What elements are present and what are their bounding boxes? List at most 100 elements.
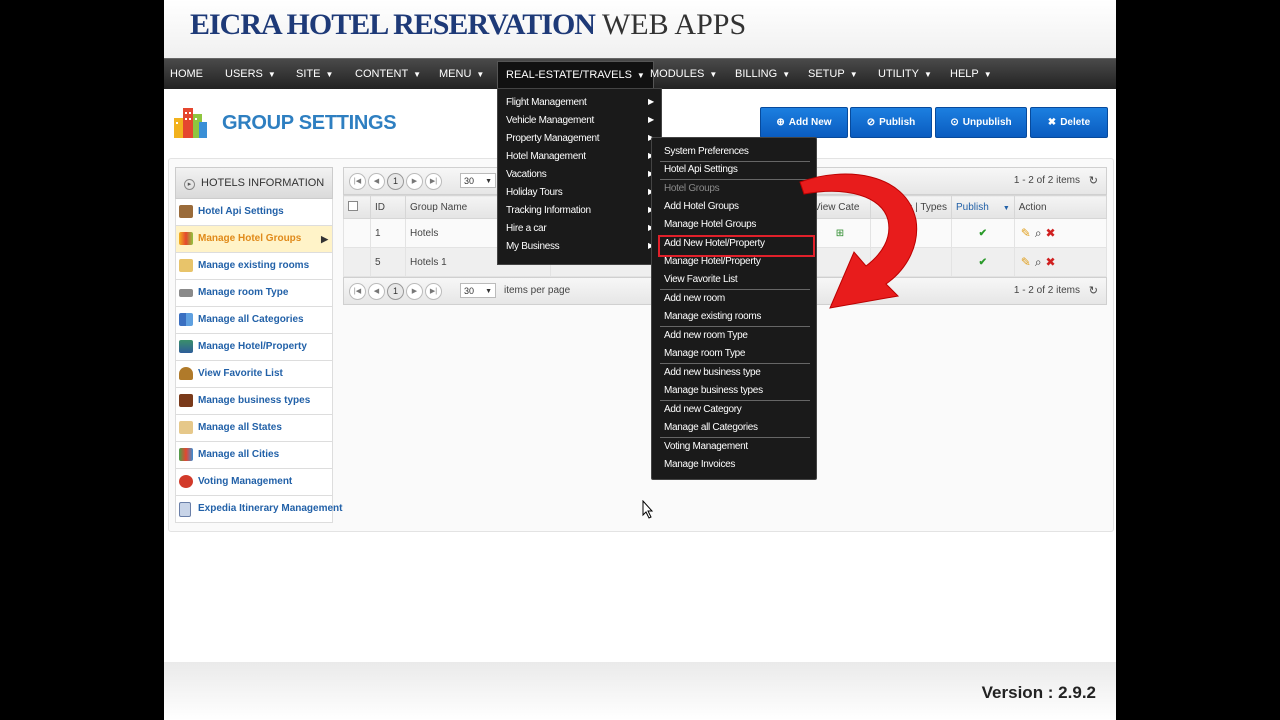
refresh-icon[interactable]: ↻ [1089, 168, 1098, 194]
refresh-icon[interactable]: ↻ [1089, 278, 1098, 304]
sidebar-item-voting-management[interactable]: Voting Management [175, 469, 333, 496]
nav-content[interactable]: CONTENT ▼ [355, 59, 421, 89]
nav-site[interactable]: SITE ▼ [296, 59, 333, 89]
main-navbar: HOME USERS ▼ SITE ▼ CONTENT ▼ MENU ▼ REAL-ES… [164, 58, 1116, 90]
app-window: EICRA HOTEL RESERVATION WEB APPS HOME US… [164, 0, 1116, 720]
sidebar-item-manage-hotel-groups[interactable]: Manage Hotel Groups ▶ [175, 226, 333, 253]
nav-help[interactable]: HELP ▼ [950, 59, 992, 89]
menu-item-manage-room-type[interactable]: Manage room Type [664, 348, 745, 359]
menu-item-label: Hotel Management [506, 151, 586, 162]
menu-item-vehicle-management[interactable]: Vehicle Management ▶ [506, 115, 654, 126]
brand-title-light: WEB APPS [601, 8, 747, 41]
nav-modules[interactable]: MODULES ▼ [650, 59, 717, 89]
sidebar-item-manage-business-types[interactable]: Manage business types [175, 388, 333, 415]
nav-billing[interactable]: BILLING ▼ [735, 59, 790, 89]
delete-icon[interactable]: ✖ [1046, 255, 1056, 269]
last-page-icon[interactable]: ▶| [425, 283, 442, 300]
delete-icon[interactable]: ✖ [1046, 226, 1056, 240]
chevron-right-icon: ▶ [648, 115, 654, 124]
row-checkbox[interactable] [343, 218, 371, 248]
menu-item-add-hotel-groups[interactable]: Add Hotel Groups [664, 201, 739, 212]
menu-item-property-management[interactable]: Property Management▶ [506, 133, 654, 144]
menu-item-flight-management[interactable]: Flight Management ▶ [506, 97, 654, 108]
menu-item-hotel-management[interactable]: Hotel Management▶ [506, 151, 654, 162]
sidebar-item-manage-all-categories[interactable]: Manage all Categories [175, 307, 333, 334]
menu-item-manage-all-categories[interactable]: Manage all Categories [664, 422, 758, 433]
last-page-icon[interactable]: ▶| [425, 173, 442, 190]
menu-item-manage-business-types[interactable]: Manage business types [664, 385, 763, 396]
check-circle-icon: ⊘ [866, 117, 876, 128]
sidebar-header[interactable]: ▸ HOTELS INFORMATION [175, 167, 333, 199]
first-page-icon[interactable]: |◀ [349, 283, 366, 300]
sidebar-item-hotel-api-settings[interactable]: Hotel Api Settings [175, 199, 333, 226]
delete-button[interactable]: ✖ Delete [1030, 107, 1108, 138]
sidebar-item-manage-room-type[interactable]: Manage room Type [175, 280, 333, 307]
next-page-icon[interactable]: ▶ [406, 283, 423, 300]
row-checkbox[interactable] [343, 247, 371, 277]
curved-arrow-icon [799, 173, 918, 309]
page-number[interactable]: 1 [387, 173, 404, 190]
bed-icon [179, 289, 193, 297]
nav-billing-label: BILLING [735, 68, 778, 80]
plus-circle-icon: ⊕ [776, 117, 785, 128]
menu-item-holiday-tours[interactable]: Holiday Tours▶ [506, 187, 654, 198]
menu-item-add-new-room[interactable]: Add new room [664, 293, 725, 304]
sidebar-item-manage-existing-rooms[interactable]: Manage existing rooms [175, 253, 333, 280]
first-page-icon[interactable]: |◀ [349, 173, 366, 190]
edit-icon[interactable]: ✎ [1021, 226, 1031, 240]
sidebar-item-manage-all-cities[interactable]: Manage all Cities [175, 442, 333, 469]
column-id[interactable]: ID [370, 195, 406, 219]
nav-menu[interactable]: MENU ▼ [439, 59, 484, 89]
prev-page-icon[interactable]: ◀ [368, 173, 385, 190]
nav-setup[interactable]: SETUP ▼ [808, 59, 858, 89]
select-all-checkbox[interactable] [343, 195, 371, 219]
sidebar-item-view-favorite-list[interactable]: View Favorite List [175, 361, 333, 388]
menu-item-view-favorite-list[interactable]: View Favorite List [664, 274, 738, 285]
column-publish[interactable]: Publish ▼ [951, 195, 1015, 219]
prev-page-icon[interactable]: ◀ [368, 283, 385, 300]
menu-item-label: My Business [506, 241, 560, 252]
page-size-select[interactable]: 30 ▼ [460, 173, 496, 188]
nav-realestate-travels[interactable]: REAL-ESTATE/TRAVELS ▼ [497, 61, 654, 90]
menu-item-my-business[interactable]: My Business▶ [506, 241, 654, 252]
chevron-down-icon: ▼ [485, 178, 492, 185]
menu-item-voting-management[interactable]: Voting Management [664, 441, 748, 452]
menu-item-hire-a-car[interactable]: Hire a car▶ [506, 223, 654, 234]
unpublish-button[interactable]: ⊙ Unpublish [935, 107, 1027, 138]
menu-item-add-new-business-type[interactable]: Add new business type [664, 367, 761, 378]
menu-item-manage-hotel-property[interactable]: Manage Hotel/Property [664, 256, 761, 267]
sidebar-item-expedia-itinerary[interactable]: Expedia Itinerary Management [175, 496, 343, 523]
page-size-select[interactable]: 30 ▼ [460, 283, 496, 298]
menu-item-vacations[interactable]: Vacations▶ [506, 169, 654, 180]
edit-icon[interactable]: ✎ [1021, 255, 1031, 269]
sidebar-item-label: Manage all Categories [198, 314, 304, 325]
check-icon[interactable]: ✔ [951, 218, 1015, 248]
menu-item-add-new-category[interactable]: Add new Category [664, 404, 742, 415]
page-number[interactable]: 1 [387, 283, 404, 300]
sidebar-item-label: Manage all States [198, 422, 282, 433]
nav-home[interactable]: HOME [170, 59, 203, 89]
add-new-button[interactable]: ⊕ Add New [760, 107, 848, 138]
nav-utility[interactable]: UTILITY ▼ [878, 59, 932, 89]
search-icon[interactable]: ⌕ [1035, 226, 1042, 241]
delete-label: Delete [1060, 117, 1091, 128]
menu-item-label: Tracking Information [506, 205, 591, 216]
menu-item-manage-hotel-groups[interactable]: Manage Hotel Groups [664, 219, 756, 230]
nav-site-label: SITE [296, 68, 321, 80]
nav-users[interactable]: USERS ▼ [225, 59, 276, 89]
publish-button[interactable]: ⊘ Publish [850, 107, 932, 138]
menu-item-tracking-information[interactable]: Tracking Information▶ [506, 205, 654, 216]
menu-item-hotel-api-settings[interactable]: Hotel Api Settings [664, 164, 738, 175]
stop-circle-icon: ⊙ [950, 117, 959, 128]
menu-divider [660, 161, 810, 162]
buildings-icon [174, 108, 207, 138]
search-icon[interactable]: ⌕ [1035, 255, 1042, 270]
menu-item-system-preferences[interactable]: System Preferences [664, 146, 749, 157]
next-page-icon[interactable]: ▶ [406, 173, 423, 190]
sidebar-item-manage-all-states[interactable]: Manage all States [175, 415, 333, 442]
menu-item-manage-invoices[interactable]: Manage Invoices [664, 459, 735, 470]
menu-item-add-new-room-type[interactable]: Add new room Type [664, 330, 748, 341]
menu-item-manage-existing-rooms[interactable]: Manage existing rooms [664, 311, 761, 322]
sidebar-item-manage-hotel-property[interactable]: Manage Hotel/Property [175, 334, 333, 361]
check-icon[interactable]: ✔ [951, 247, 1015, 277]
